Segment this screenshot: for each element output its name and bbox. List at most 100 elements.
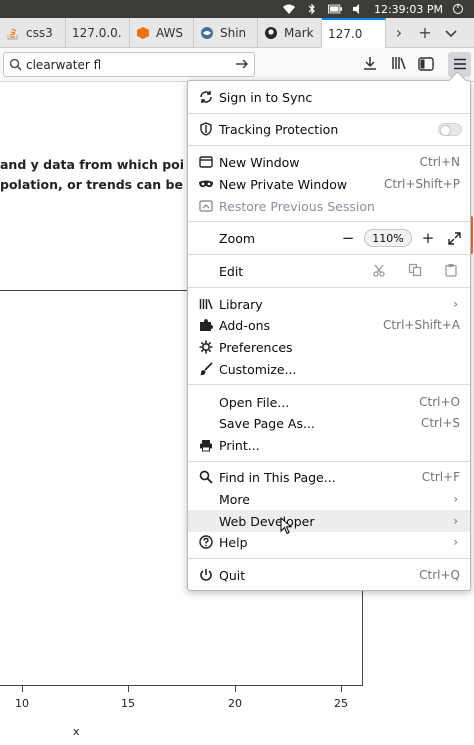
menu-label: Edit (219, 263, 244, 279)
menu-quit[interactable]: Quit Ctrl+Q (188, 564, 470, 586)
downloads-button[interactable] (360, 55, 380, 75)
shortcut-text: Ctrl+O (419, 395, 460, 409)
fullscreen-button[interactable] (446, 230, 462, 246)
menu-restore-session[interactable]: Restore Previous Session (188, 195, 470, 217)
url-input[interactable] (26, 57, 226, 72)
tab-scroll-right-button[interactable]: › (386, 18, 412, 47)
zoom-in-button[interactable]: + (420, 229, 436, 247)
menu-open-file[interactable]: Open File... Ctrl+O (188, 391, 470, 413)
zoom-out-button[interactable]: − (340, 229, 356, 247)
menu-preferences[interactable]: Preferences (188, 336, 470, 358)
printer-icon (198, 437, 214, 453)
plot-right-border (362, 582, 363, 686)
menu-label: Help (219, 534, 248, 550)
menu-customize[interactable]: Customize... (188, 358, 470, 380)
x-tick (235, 686, 236, 692)
menu-separator (188, 558, 470, 559)
tab-label: 127.0 (328, 27, 363, 41)
menu-label: Print... (219, 437, 260, 453)
tab-localhost-1[interactable]: 127.0.0. (66, 18, 130, 48)
new-window-icon (198, 154, 214, 170)
system-clock[interactable]: 12:39:03 PM (374, 3, 443, 16)
menu-print[interactable]: Print... (188, 434, 470, 456)
menu-addons[interactable]: Add-ons Ctrl+Shift+A (188, 314, 470, 336)
menu-help[interactable]: Help › (188, 531, 470, 553)
menu-label: Open File... (219, 394, 290, 410)
x-tick-label: 10 (15, 697, 29, 710)
cut-icon[interactable] (372, 263, 386, 280)
x-tick (341, 686, 342, 692)
paste-icon[interactable] (444, 263, 458, 280)
shortcut-text: Ctrl+Shift+P (384, 177, 460, 191)
menu-library[interactable]: Library › (188, 293, 470, 315)
list-all-tabs-button[interactable] (438, 18, 464, 47)
tab-github[interactable]: Mark (258, 18, 322, 48)
menu-tracking-protection[interactable]: Tracking Protection (188, 118, 470, 140)
tab-css3[interactable]: css3 (0, 18, 66, 48)
x-tick (22, 686, 23, 692)
library-icon (391, 55, 407, 75)
copy-icon[interactable] (408, 263, 422, 280)
menu-new-private-window[interactable]: New Private Window Ctrl+Shift+P (188, 173, 470, 195)
chevron-right-icon: › (395, 23, 403, 42)
plot-top-border (0, 290, 190, 291)
shiny-icon (200, 26, 214, 40)
chevron-right-icon: › (453, 492, 458, 506)
menu-label: Zoom (219, 230, 256, 246)
x-tick-label: 15 (121, 697, 135, 710)
battery-icon[interactable] (327, 3, 342, 15)
chevron-right-icon: › (453, 297, 458, 311)
menu-new-window[interactable]: New Window Ctrl+N (188, 151, 470, 173)
menu-label: New Private Window (219, 176, 348, 192)
menu-label: Customize... (219, 361, 297, 377)
plot-bottom-border (0, 685, 363, 686)
search-icon (198, 469, 214, 485)
tab-label: 127.0.0. (72, 26, 122, 40)
bluetooth-icon[interactable] (305, 3, 319, 15)
volume-icon[interactable] (351, 3, 365, 15)
menu-more[interactable]: More › (188, 488, 470, 510)
private-mask-icon (198, 176, 214, 192)
tab-label: Mark (284, 26, 314, 40)
shortcut-text: Ctrl+N (419, 155, 460, 169)
aws-icon (136, 26, 150, 40)
gear-icon (198, 339, 214, 355)
menu-separator (188, 287, 470, 288)
system-top-bar: 12:39:03 PM (0, 0, 474, 18)
menu-label: Quit (219, 567, 246, 583)
menu-sign-in-sync[interactable]: Sign in to Sync (188, 86, 470, 108)
menu-separator (188, 221, 470, 222)
sidebar-toggle-button[interactable] (416, 55, 436, 75)
menu-separator (188, 145, 470, 146)
shortcut-text: Ctrl+Shift+A (383, 318, 460, 332)
menu-label: New Window (219, 154, 300, 170)
library-button[interactable] (389, 55, 409, 75)
x-tick (128, 686, 129, 692)
mouse-pointer-icon (280, 516, 293, 539)
new-tab-button[interactable]: + (412, 18, 438, 47)
power-icon (198, 567, 214, 583)
tab-aws[interactable]: AWS (130, 18, 194, 48)
power-settings-icon[interactable] (451, 3, 465, 15)
tab-shiny[interactable]: Shin (194, 18, 258, 48)
menu-label: Library (219, 296, 263, 312)
tab-label: Shin (220, 26, 247, 40)
menu-separator (188, 461, 470, 462)
shortcut-text: Ctrl+S (420, 416, 460, 430)
zoom-reset-button[interactable]: 110% (364, 229, 412, 247)
menu-find-in-page[interactable]: Find in This Page... Ctrl+F (188, 466, 470, 488)
url-bar[interactable] (3, 52, 255, 77)
tab-label: css3 (26, 26, 53, 40)
body-text-line-2: polation, or trends can be (0, 177, 183, 192)
menu-label: Preferences (219, 339, 293, 355)
x-tick-label: 20 (228, 697, 242, 710)
menu-label: Web Developer (219, 513, 315, 529)
menu-save-page-as[interactable]: Save Page As... Ctrl+S (188, 412, 470, 434)
shield-icon (198, 121, 214, 137)
go-arrow-icon[interactable] (234, 56, 250, 76)
tab-localhost-active[interactable]: 127.0 (322, 18, 386, 48)
wifi-icon[interactable] (282, 3, 296, 15)
menu-web-developer[interactable]: Web Developer › (188, 510, 470, 532)
tracking-protection-toggle[interactable] (438, 122, 462, 136)
tab-label: AWS (156, 26, 184, 40)
